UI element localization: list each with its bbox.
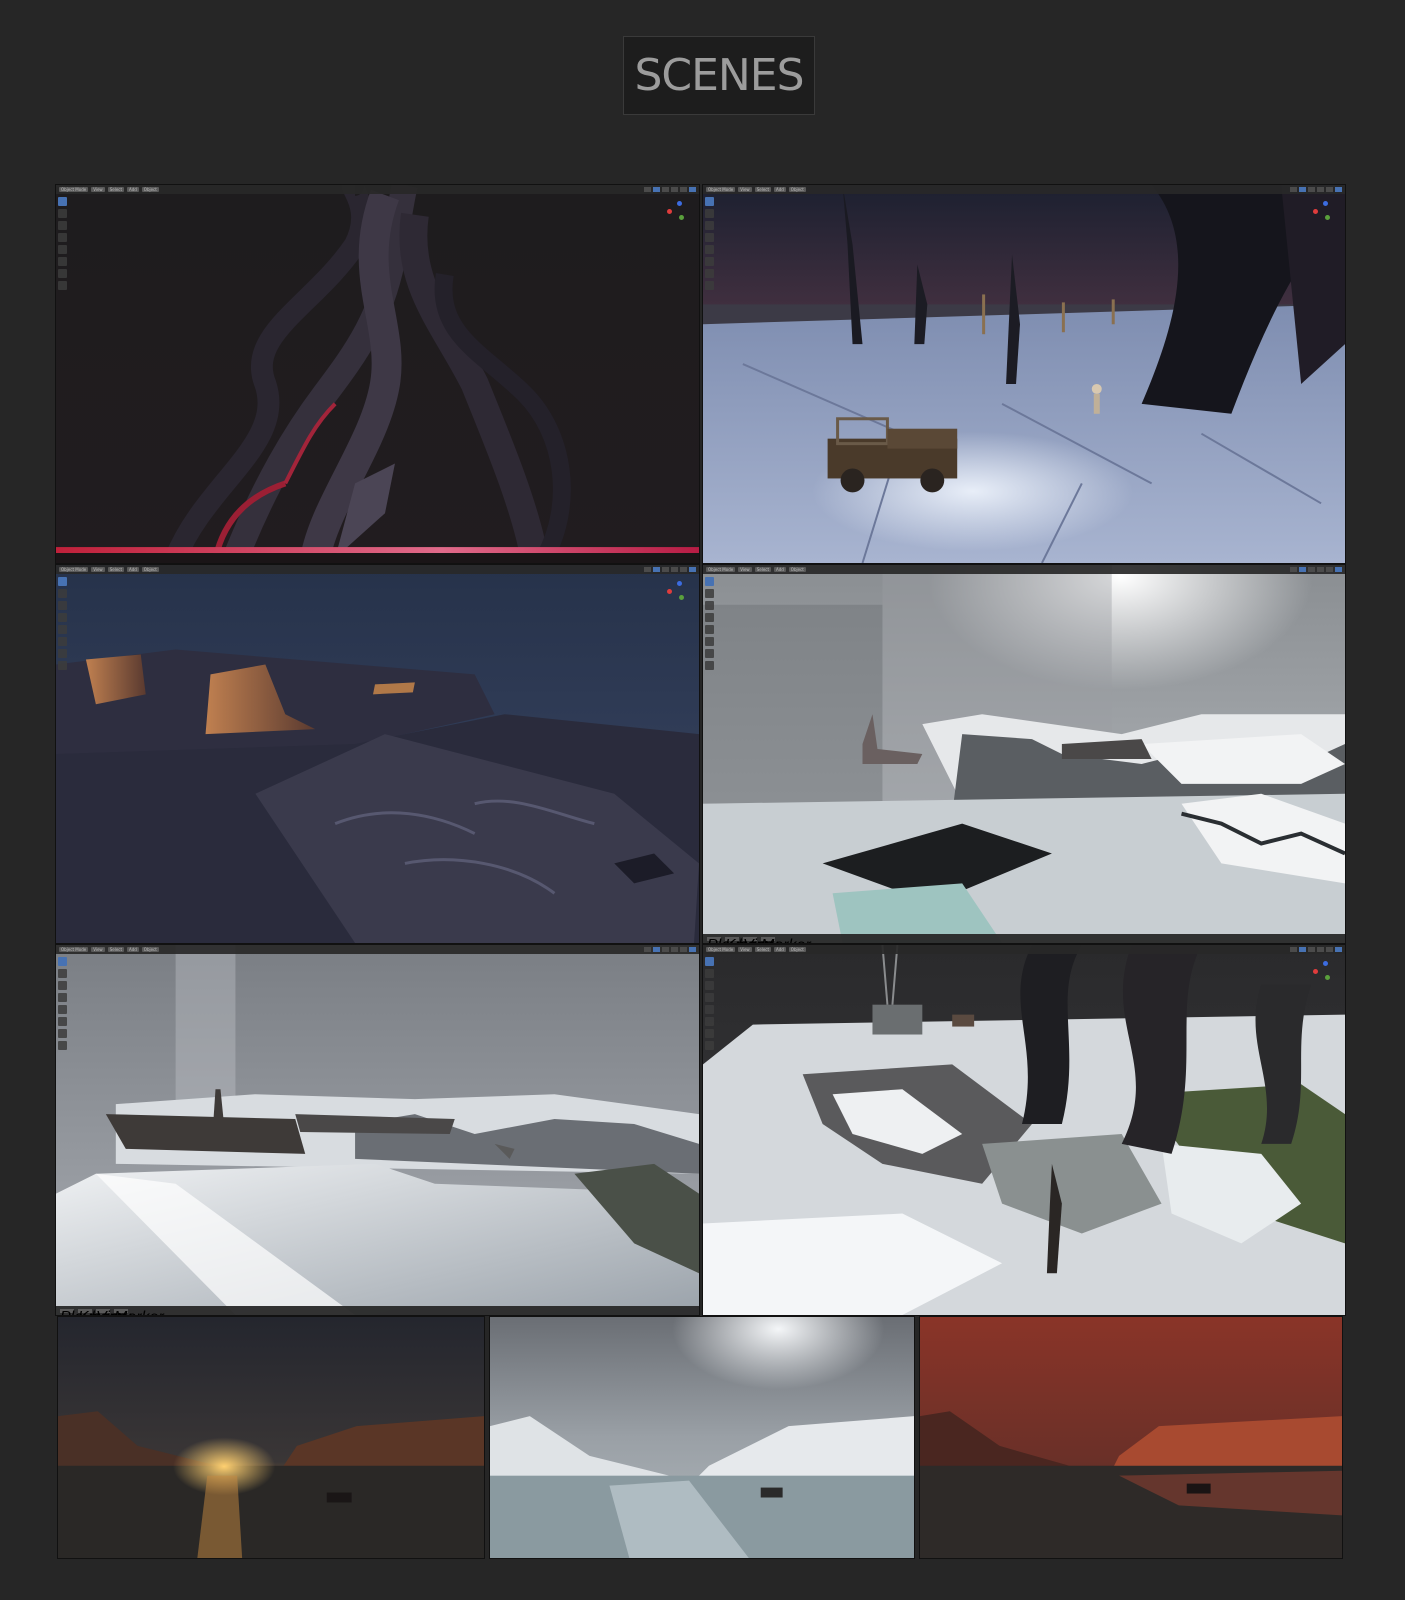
menu-select[interactable]: Select bbox=[107, 187, 125, 192]
mode-dropdown[interactable]: Object Mode bbox=[59, 567, 89, 572]
scene-tile-3[interactable]: Object Mode View Select Add Object bbox=[55, 564, 700, 944]
scene-image-snowy-rocks-crane bbox=[703, 945, 1345, 1315]
menu-playback[interactable]: Playback bbox=[707, 936, 772, 943]
menu-object[interactable]: Object bbox=[788, 187, 806, 192]
menu-view[interactable]: View bbox=[91, 187, 105, 192]
menu-marker[interactable]: Marker bbox=[114, 1308, 164, 1315]
menu-marker[interactable]: Marker bbox=[761, 936, 811, 943]
viewport-header: Object Mode View Select Add Object bbox=[703, 945, 1345, 954]
tool-bar[interactable] bbox=[58, 577, 68, 670]
mode-dropdown[interactable]: Object Mode bbox=[706, 187, 736, 192]
menu-timeline-view[interactable]: View bbox=[96, 1308, 130, 1315]
tool-bar[interactable] bbox=[705, 197, 715, 290]
menu-select[interactable]: Select bbox=[754, 947, 772, 952]
viewport-header: Object Mode View Select Add Object bbox=[56, 565, 699, 574]
timeline-header: Playback Keying View Marker bbox=[56, 1306, 699, 1315]
scene-image-foggy-shipwreck bbox=[703, 565, 1345, 943]
scene-tile-7[interactable] bbox=[57, 1316, 485, 1559]
menu-view[interactable]: View bbox=[738, 567, 752, 572]
menu-select[interactable]: Select bbox=[754, 567, 772, 572]
menu-object[interactable]: Object bbox=[788, 947, 806, 952]
menu-add[interactable]: Add bbox=[127, 187, 139, 192]
scene-image-sunset-fjord bbox=[58, 1317, 484, 1558]
menu-view[interactable]: View bbox=[738, 187, 752, 192]
menu-timeline-view[interactable]: View bbox=[743, 936, 777, 943]
mode-dropdown[interactable]: Object Mode bbox=[59, 187, 89, 192]
tool-bar[interactable] bbox=[58, 957, 68, 1050]
menu-add[interactable]: Add bbox=[127, 567, 139, 572]
scene-tile-6[interactable]: Object Mode View Select Add Object bbox=[702, 944, 1346, 1316]
menu-add[interactable]: Add bbox=[774, 187, 786, 192]
scene-image-ice-floe-truck bbox=[703, 185, 1345, 563]
menu-select[interactable]: Select bbox=[754, 187, 772, 192]
menu-object[interactable]: Object bbox=[141, 187, 159, 192]
scene-image-red-sky-fjord bbox=[920, 1317, 1342, 1558]
menu-select[interactable]: Select bbox=[107, 947, 125, 952]
menu-view[interactable]: View bbox=[91, 947, 105, 952]
menu-view[interactable]: View bbox=[91, 567, 105, 572]
mode-dropdown[interactable]: Object Mode bbox=[706, 947, 736, 952]
menu-object[interactable]: Object bbox=[141, 567, 159, 572]
menu-add[interactable]: Add bbox=[774, 567, 786, 572]
navigation-gizmo-icon[interactable] bbox=[665, 579, 691, 605]
menu-view[interactable]: View bbox=[738, 947, 752, 952]
viewport-header: Object Mode View Select Add Object bbox=[703, 565, 1345, 574]
tool-bar[interactable] bbox=[705, 957, 715, 1050]
navigation-gizmo-icon[interactable] bbox=[1311, 959, 1337, 985]
menu-add[interactable]: Add bbox=[774, 947, 786, 952]
viewport-header: Object Mode View Select Add Object bbox=[56, 185, 699, 194]
navigation-gizmo-icon[interactable] bbox=[1311, 199, 1337, 225]
scene-image-overcast-ice-canyon bbox=[490, 1317, 914, 1558]
scene-image-foggy-ships bbox=[56, 945, 699, 1315]
scene-tile-8[interactable] bbox=[489, 1316, 915, 1559]
menu-playback[interactable]: Playback bbox=[60, 1308, 125, 1315]
page-title-box: SCENES bbox=[623, 36, 815, 115]
page-title: SCENES bbox=[634, 50, 804, 101]
tool-bar[interactable] bbox=[58, 197, 68, 290]
navigation-gizmo-icon[interactable] bbox=[665, 199, 691, 225]
menu-keying[interactable]: Keying bbox=[78, 1308, 127, 1315]
scene-tile-1[interactable]: Object Mode View Select Add Object bbox=[55, 184, 700, 564]
scene-image-twisted-trees bbox=[56, 185, 699, 563]
scene-tile-9[interactable] bbox=[919, 1316, 1343, 1559]
scene-tile-2[interactable]: Object Mode View Select Add Object bbox=[702, 184, 1346, 564]
tool-bar[interactable] bbox=[705, 577, 715, 670]
scene-tile-5[interactable]: Object Mode View Select Add Object Playb… bbox=[55, 944, 700, 1316]
viewport-header: Object Mode View Select Add Object bbox=[703, 185, 1345, 194]
mode-dropdown[interactable]: Object Mode bbox=[59, 947, 89, 952]
viewport-header: Object Mode View Select Add Object bbox=[56, 945, 699, 954]
scene-image-orange-cliffs bbox=[56, 565, 699, 943]
menu-select[interactable]: Select bbox=[107, 567, 125, 572]
menu-object[interactable]: Object bbox=[788, 567, 806, 572]
scene-tile-4[interactable]: Object Mode View Select Add Object Playb… bbox=[702, 564, 1346, 944]
menu-add[interactable]: Add bbox=[127, 947, 139, 952]
menu-object[interactable]: Object bbox=[141, 947, 159, 952]
timeline-header: Playback Keying View Marker bbox=[703, 934, 1345, 943]
menu-keying[interactable]: Keying bbox=[725, 936, 774, 943]
mode-dropdown[interactable]: Object Mode bbox=[706, 567, 736, 572]
